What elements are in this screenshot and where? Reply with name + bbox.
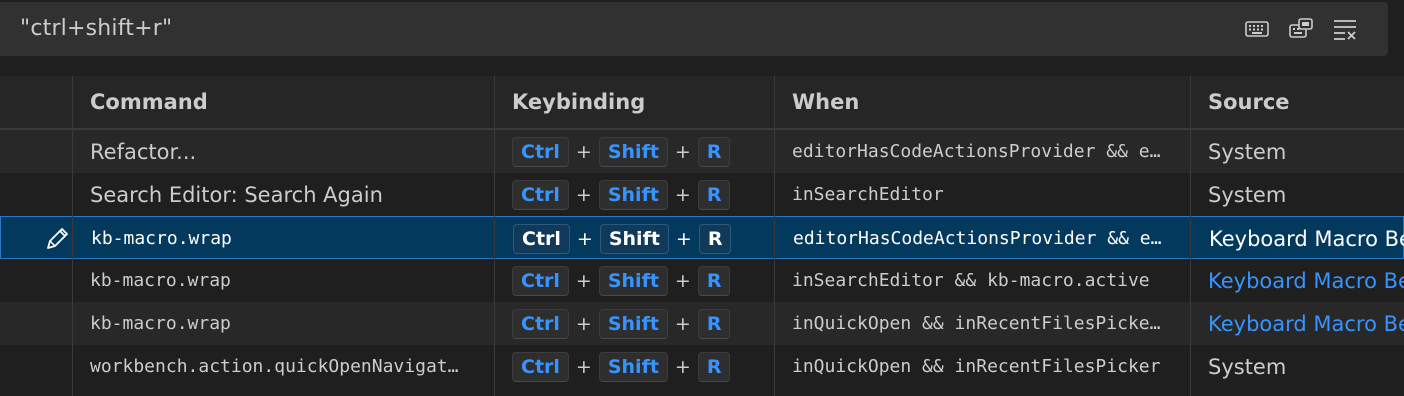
table-row[interactable]: Refactor... Ctrl + Shift + R editorHasCodeAc… — [0, 130, 1404, 173]
table-row-selected[interactable]: kb-macro.wrap Ctrl + Shift + R editorHasCode… — [0, 216, 1404, 259]
key-shift: Shift — [598, 308, 668, 339]
column-header-source[interactable]: Source — [1208, 90, 1290, 114]
key-ctrl: Ctrl — [512, 136, 569, 167]
keyboard-icon[interactable] — [1244, 16, 1270, 42]
column-divider[interactable] — [494, 76, 495, 396]
key-shift: Shift — [598, 136, 668, 167]
keybinding-cell: Ctrl + Shift + R — [512, 173, 772, 216]
plus-sign: + — [575, 183, 592, 206]
source-cell: System — [1208, 139, 1287, 164]
command-cell: kb-macro.wrap — [90, 313, 231, 334]
column-header-command[interactable]: Command — [90, 90, 208, 114]
key-shift: Shift — [598, 179, 668, 210]
plus-sign: + — [575, 269, 592, 292]
table-row[interactable]: kb-macro.wrap Ctrl + Shift + R inQuickOpen &… — [0, 302, 1404, 345]
table-row[interactable]: kb-macro.wrap Ctrl + Shift + R inSearchEdito… — [0, 259, 1404, 302]
source-link[interactable]: Keyboard Macro Be — [1208, 259, 1404, 302]
keybindings-search-bar: "ctrl+shift+r" — [0, 2, 1388, 56]
plus-sign: + — [674, 183, 691, 206]
plus-sign: + — [575, 312, 592, 335]
when-cell: inSearchEditor — [792, 184, 944, 205]
command-cell: kb-macro.wrap — [91, 228, 232, 249]
edit-keybinding-button[interactable] — [41, 217, 73, 260]
source-link[interactable]: Keyboard Macro Be — [1208, 302, 1404, 345]
key-r: R — [697, 179, 731, 210]
table-row[interactable]: Search Editor: Search Again Ctrl + Shift + R… — [0, 173, 1404, 216]
keybinding-cell: Ctrl + Shift + R — [513, 217, 773, 260]
key-r: R — [697, 136, 731, 167]
column-divider[interactable] — [774, 76, 775, 396]
keybinding-cell: Ctrl + Shift + R — [512, 345, 772, 388]
plus-sign: + — [575, 140, 592, 163]
plus-sign: + — [576, 227, 593, 250]
column-header-keybinding[interactable]: Keybinding — [512, 90, 645, 114]
key-shift: Shift — [598, 265, 668, 296]
keybindings-table: Command Keybinding When Source Refactor.… — [0, 76, 1404, 396]
clear-filter-icon[interactable] — [1332, 16, 1358, 42]
table-body: Refactor... Ctrl + Shift + R editorHasCodeAc… — [0, 130, 1404, 388]
plus-sign: + — [575, 355, 592, 378]
table-row[interactable]: workbench.action.quickOpenNavigat… Ctrl +… — [0, 345, 1404, 388]
key-shift: Shift — [598, 351, 668, 382]
keybinding-cell: Ctrl + Shift + R — [512, 302, 772, 345]
when-cell: inQuickOpen && inRecentFilesPicke… — [792, 313, 1161, 334]
plus-sign: + — [674, 140, 691, 163]
keybinding-cell: Ctrl + Shift + R — [512, 130, 772, 173]
command-cell: kb-macro.wrap — [90, 270, 231, 291]
search-input[interactable]: "ctrl+shift+r" — [20, 16, 172, 41]
key-ctrl: Ctrl — [513, 223, 570, 254]
plus-sign: + — [674, 269, 691, 292]
keybinding-cell: Ctrl + Shift + R — [512, 259, 772, 302]
key-r: R — [697, 351, 731, 382]
plus-sign: + — [675, 227, 692, 250]
key-shift: Shift — [599, 223, 669, 254]
key-ctrl: Ctrl — [512, 308, 569, 339]
column-divider[interactable] — [1190, 76, 1191, 396]
plus-sign: + — [674, 312, 691, 335]
key-ctrl: Ctrl — [512, 351, 569, 382]
source-cell: System — [1208, 354, 1287, 379]
key-r: R — [697, 265, 731, 296]
source-cell: System — [1208, 182, 1287, 207]
when-cell: editorHasCodeActionsProvider && e… — [793, 228, 1162, 249]
command-cell: Refactor... — [90, 139, 197, 164]
when-cell: inSearchEditor && kb-macro.active — [792, 270, 1150, 291]
command-cell: Search Editor: Search Again — [90, 182, 383, 207]
key-r: R — [698, 223, 732, 254]
pencil-icon — [47, 227, 68, 249]
plus-sign: + — [674, 355, 691, 378]
source-cell: Keyboard Macro Be — [1209, 226, 1404, 251]
key-r: R — [697, 308, 731, 339]
when-cell: inQuickOpen && inRecentFilesPicker — [792, 356, 1161, 377]
record-keys-icon[interactable] — [1288, 16, 1314, 42]
key-ctrl: Ctrl — [512, 179, 569, 210]
column-divider[interactable] — [72, 76, 73, 396]
table-header: Command Keybinding When Source — [0, 76, 1404, 130]
key-ctrl: Ctrl — [512, 265, 569, 296]
command-cell: workbench.action.quickOpenNavigat… — [90, 356, 459, 377]
when-cell: editorHasCodeActionsProvider && e… — [792, 141, 1161, 162]
search-actions — [1244, 16, 1358, 42]
column-header-when[interactable]: When — [792, 90, 859, 114]
